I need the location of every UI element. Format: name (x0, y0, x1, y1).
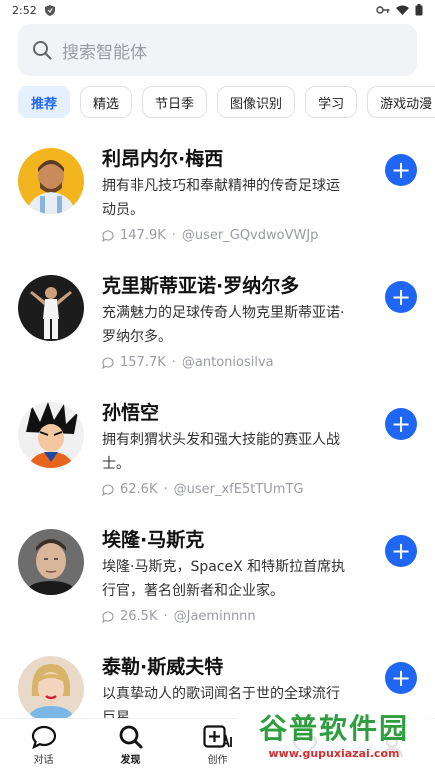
desc-line: 士。 (102, 456, 130, 472)
desc-line: 动员。 (102, 202, 144, 218)
agent-name: 埃隆·马斯克 (102, 529, 205, 551)
search-icon (119, 725, 142, 749)
category-tabs: 推荐 精选 节日季 图像识别 学习 游戏动漫 (0, 76, 435, 118)
plus-icon: + (390, 156, 412, 184)
plus-icon: + (390, 283, 412, 311)
chat-count: 157.7K (120, 355, 166, 370)
add-agent-button[interactable]: + (385, 662, 417, 694)
author-handle[interactable]: @antoniosilva (182, 355, 274, 370)
desc-line: 埃隆·马斯克，SpaceX 和特斯拉首席执 (102, 559, 346, 575)
separator-dot: · (171, 228, 176, 243)
plus-icon: + (390, 410, 412, 438)
agent-description: 拥有非凡技巧和奉献精神的传奇足球运 动员。 (102, 174, 372, 222)
avatar (18, 656, 84, 722)
agent-description: 拥有刺猬状头发和强大技能的赛亚人战 士。 (102, 428, 372, 476)
vpn-key-icon (376, 6, 390, 14)
tab-featured[interactable]: 精选 (80, 86, 133, 118)
battery-icon (415, 4, 423, 16)
desc-line: 充满魅力的足球传奇人物克里斯蒂亚诺· (102, 305, 345, 321)
shield-icon (44, 4, 55, 16)
avatar-image (18, 656, 84, 722)
list-item[interactable]: 利昂内尔·梅西 拥有非凡技巧和奉献精神的传奇足球运 动员。 147.9K · @… (0, 134, 435, 261)
chat-count: 26.5K (120, 609, 158, 624)
comment-icon (102, 229, 114, 242)
search-wrap: 搜索智能体 (0, 20, 435, 76)
author-handle[interactable]: @user_xfE5tTUmTG (174, 482, 304, 497)
desc-line: 行官，著名创新者和企业家。 (102, 583, 284, 599)
watermark-title: 谷普软件园 (258, 711, 409, 745)
chat-count: 62.6K (120, 482, 158, 497)
status-right (376, 4, 423, 16)
search-icon (33, 41, 52, 60)
plus-icon: + (390, 537, 412, 565)
card-body: 埃隆·马斯克 埃隆·马斯克，SpaceX 和特斯拉首席执 行官，著名创新者和企业… (102, 527, 372, 624)
search-placeholder: 搜索智能体 (62, 42, 147, 63)
nav-chat[interactable]: 对话 (4, 725, 84, 766)
ai-create-icon (202, 725, 232, 748)
desc-line: 罗纳尔多。 (102, 329, 172, 345)
avatar-image (18, 529, 84, 595)
comment-icon (102, 610, 114, 623)
agent-name: 利昂内尔·梅西 (102, 148, 224, 170)
comment-icon (102, 356, 114, 369)
nav-label: 发现 (120, 755, 141, 766)
agent-meta: 147.9K · @user_GQvdwoVWJp (102, 228, 372, 243)
agent-name: 泰勒·斯威夫特 (102, 656, 224, 678)
add-agent-button[interactable]: + (385, 281, 417, 313)
agent-name: 孙悟空 (102, 402, 160, 424)
separator-dot: · (163, 609, 168, 624)
plus-icon: + (390, 664, 412, 692)
nav-label: 创作 (207, 755, 228, 766)
list-item[interactable]: 孙悟空 拥有刺猬状头发和强大技能的赛亚人战 士。 62.6K · @user_x… (0, 388, 435, 515)
agent-meta: 62.6K · @user_xfE5tTUmTG (102, 482, 372, 497)
agent-description: 埃隆·马斯克，SpaceX 和特斯拉首席执 行官，著名创新者和企业家。 (102, 555, 372, 603)
tab-image-recognition[interactable]: 图像识别 (217, 86, 296, 118)
list-item[interactable]: 克里斯蒂亚诺·罗纳尔多 充满魅力的足球传奇人物克里斯蒂亚诺· 罗纳尔多。 157… (0, 261, 435, 388)
add-agent-button[interactable]: + (385, 408, 417, 440)
agent-name: 克里斯蒂亚诺·罗纳尔多 (102, 275, 300, 297)
avatar-image (18, 148, 84, 214)
search-input[interactable]: 搜索智能体 (18, 24, 417, 76)
avatar-image (18, 402, 84, 468)
chat-count: 147.9K (120, 228, 166, 243)
nav-label: 对话 (33, 755, 54, 766)
tab-holiday[interactable]: 节日季 (142, 86, 208, 118)
list-item[interactable]: 埃隆·马斯克 埃隆·马斯克，SpaceX 和特斯拉首席执 行官，著名创新者和企业… (0, 515, 435, 642)
status-bar: 2:52 (0, 0, 435, 20)
desc-line: 拥有非凡技巧和奉献精神的传奇足球运 (102, 178, 340, 194)
card-body: 孙悟空 拥有刺猬状头发和强大技能的赛亚人战 士。 62.6K · @user_x… (102, 400, 372, 497)
watermark-url: www.gupuxiazai.com (268, 746, 400, 760)
status-left: 2:52 (12, 4, 55, 17)
add-agent-button[interactable]: + (385, 154, 417, 186)
card-body: 利昂内尔·梅西 拥有非凡技巧和奉献精神的传奇足球运 动员。 147.9K · @… (102, 146, 372, 243)
separator-dot: · (163, 482, 168, 497)
agent-description: 充满魅力的足球传奇人物克里斯蒂亚诺· 罗纳尔多。 (102, 301, 372, 349)
avatar-image (18, 275, 84, 341)
tab-study[interactable]: 学习 (305, 86, 358, 118)
agent-list: 利昂内尔·梅西 拥有非凡技巧和奉献精神的传奇足球运 动员。 147.9K · @… (0, 118, 435, 769)
desc-line: 拥有刺猬状头发和强大技能的赛亚人战 (102, 432, 340, 448)
wifi-icon (396, 5, 409, 15)
comment-icon (102, 483, 114, 496)
tab-recommended[interactable]: 推荐 (18, 86, 71, 118)
watermark: 谷普软件园 www.gupuxiazai.com (237, 700, 431, 766)
avatar (18, 148, 84, 214)
add-agent-button[interactable]: + (385, 535, 417, 567)
agent-meta: 26.5K · @Jaeminnnn (102, 609, 372, 624)
card-body: 克里斯蒂亚诺·罗纳尔多 充满魅力的足球传奇人物克里斯蒂亚诺· 罗纳尔多。 157… (102, 273, 372, 370)
author-handle[interactable]: @Jaeminnnn (174, 609, 256, 624)
agent-meta: 157.7K · @antoniosilva (102, 355, 372, 370)
separator-dot: · (171, 355, 176, 370)
avatar (18, 529, 84, 595)
chat-bubble-icon (31, 725, 56, 749)
author-handle[interactable]: @user_GQvdwoVWJp (182, 228, 319, 243)
status-time: 2:52 (12, 3, 37, 17)
avatar (18, 275, 84, 341)
nav-discover[interactable]: 发现 (91, 725, 171, 766)
tab-games-anime[interactable]: 游戏动漫 (367, 86, 435, 118)
avatar (18, 402, 84, 468)
